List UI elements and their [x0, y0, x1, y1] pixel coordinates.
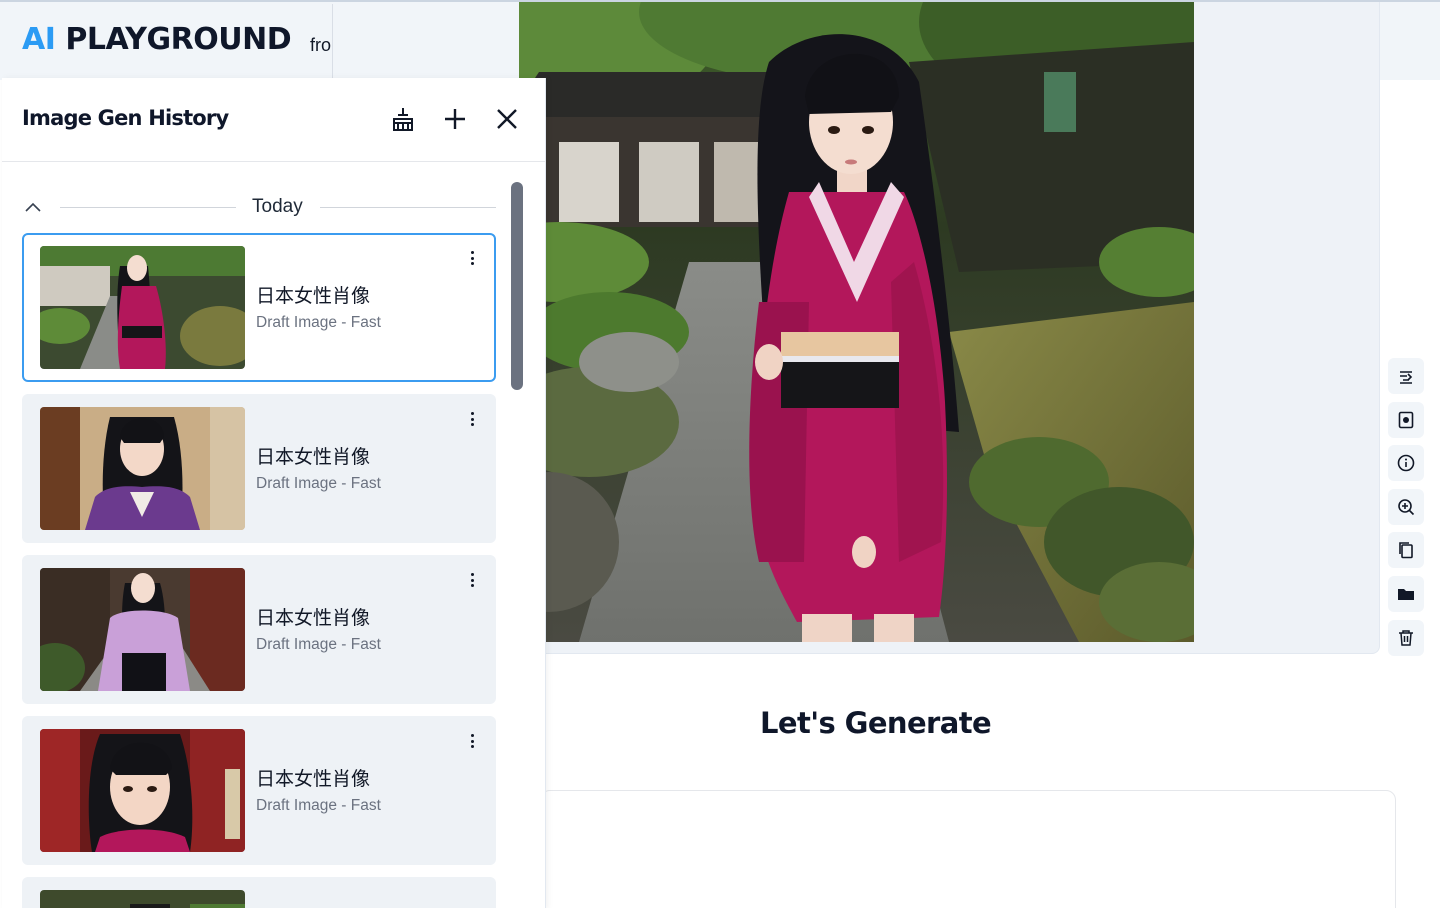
history-item[interactable] — [22, 877, 496, 908]
history-item[interactable]: 日本女性肖像 Draft Image - Fast — [22, 394, 496, 543]
history-thumbnail — [40, 407, 245, 530]
info-button[interactable] — [1388, 445, 1424, 482]
zoom-in-icon — [1398, 498, 1415, 515]
image-reference-button[interactable] — [1388, 401, 1424, 438]
divider-line — [320, 207, 496, 208]
image-tools-bar — [1388, 358, 1424, 663]
group-label: Today — [252, 196, 303, 217]
generated-image-preview[interactable] — [519, 2, 1194, 642]
close-panel-button[interactable] — [490, 102, 524, 136]
more-options-icon[interactable] — [462, 247, 482, 269]
info-icon — [1397, 454, 1415, 472]
upscale-icon — [1400, 371, 1413, 384]
app-logo[interactable]: AI PLAYGROUND — [22, 22, 292, 57]
delete-button[interactable] — [1388, 619, 1424, 656]
history-thumbnail — [40, 890, 245, 908]
divider-line — [60, 207, 236, 208]
history-item-title: 日本女性肖像 — [256, 446, 371, 468]
copy-icon — [1399, 542, 1413, 559]
new-generation-button[interactable] — [438, 102, 472, 136]
upscale-button[interactable] — [1388, 358, 1424, 394]
logo-divider — [332, 4, 333, 80]
group-header-today: Today — [22, 196, 496, 218]
history-item[interactable]: 日本女性肖像 Draft Image - Fast — [22, 716, 496, 865]
history-header: Image Gen History — [2, 78, 546, 162]
save-to-folder-button[interactable] — [1388, 575, 1424, 612]
more-options-icon[interactable] — [462, 569, 482, 591]
clear-history-button[interactable] — [386, 102, 420, 136]
history-item-subtitle: Draft Image - Fast — [256, 797, 381, 814]
history-item-subtitle: Draft Image - Fast — [256, 636, 381, 653]
prompt-area[interactable] — [540, 790, 1396, 908]
history-item-subtitle: Draft Image - Fast — [256, 475, 381, 492]
copy-button[interactable] — [1388, 532, 1424, 569]
zoom-in-button[interactable] — [1388, 488, 1424, 525]
history-title: Image Gen History — [22, 106, 229, 130]
history-scrollbar[interactable] — [511, 182, 523, 390]
history-thumbnail — [40, 568, 245, 691]
history-thumbnail — [40, 246, 245, 369]
history-item-title: 日本女性肖像 — [256, 285, 371, 307]
history-thumbnail — [40, 729, 245, 852]
image-gen-history-panel: Image Gen History Today 日本女性肖像 Draft Ima… — [2, 78, 546, 908]
main-heading: Let's Generate — [760, 706, 992, 740]
history-item[interactable]: 日本女性肖像 Draft Image - Fast — [22, 233, 496, 382]
chevron-up-icon[interactable] — [24, 200, 42, 214]
logo-suffix: fro — [310, 35, 332, 55]
broom-icon — [393, 108, 413, 131]
history-item[interactable]: 日本女性肖像 Draft Image - Fast — [22, 555, 496, 704]
history-item-subtitle: Draft Image - Fast — [256, 314, 381, 331]
logo-playground: PLAYGROUND — [65, 22, 292, 57]
close-icon — [497, 109, 517, 129]
more-options-icon[interactable] — [462, 408, 482, 430]
image-reference-icon — [1398, 411, 1414, 428]
logo-ai: AI — [22, 22, 56, 57]
history-item-title: 日本女性肖像 — [256, 607, 371, 629]
trash-icon — [1399, 629, 1413, 646]
more-options-icon[interactable] — [462, 730, 482, 752]
plus-icon — [445, 109, 465, 129]
folder-icon — [1398, 588, 1414, 600]
history-item-title: 日本女性肖像 — [256, 768, 371, 790]
